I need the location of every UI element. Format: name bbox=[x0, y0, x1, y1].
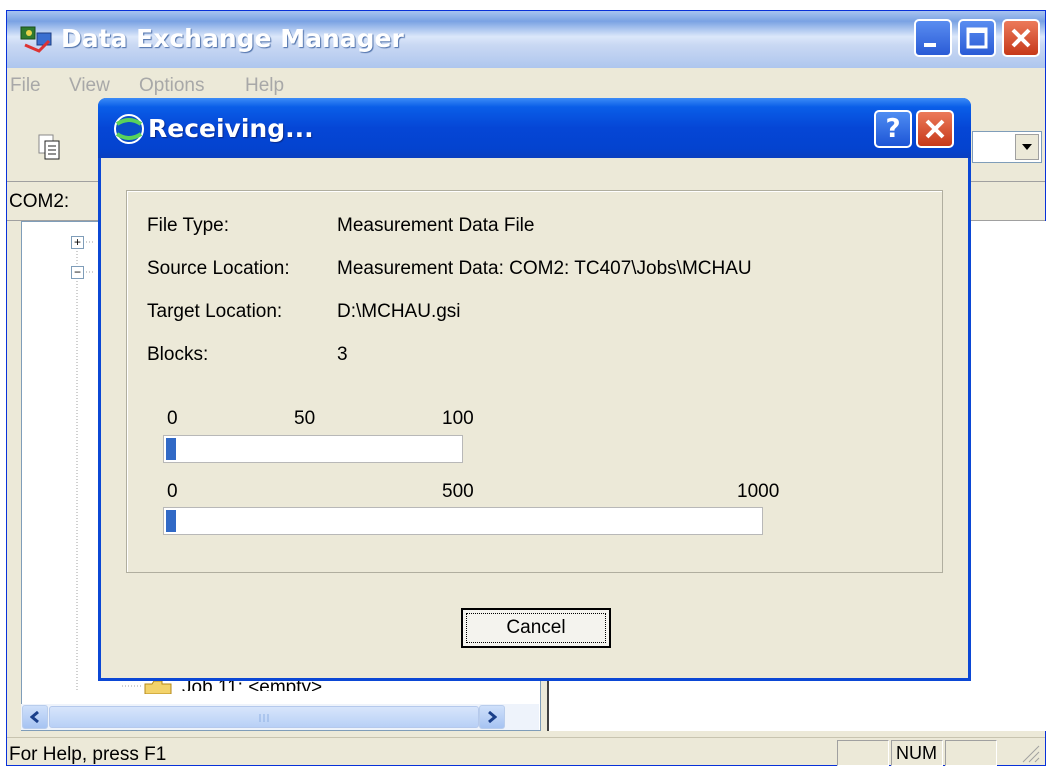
dialog-title-bar[interactable]: Receiving... ? bbox=[98, 98, 971, 158]
app-icon bbox=[20, 26, 52, 53]
transfer-details-group: File Type: Measurement Data File Source … bbox=[126, 190, 943, 573]
combo-dropdown-button[interactable] bbox=[1015, 134, 1039, 160]
menu-file[interactable]: File bbox=[10, 75, 41, 97]
menu-view[interactable]: View bbox=[69, 75, 110, 97]
dialog-title: Receiving... bbox=[148, 114, 314, 143]
scroll-right-button[interactable] bbox=[479, 705, 505, 729]
minimize-icon bbox=[924, 43, 936, 47]
progress-2-tick-mid: 500 bbox=[442, 481, 474, 502]
status-bar: For Help, press F1 NUM bbox=[7, 737, 1045, 767]
progress-bar-1-fill bbox=[166, 438, 176, 460]
status-num-indicator: NUM bbox=[891, 740, 943, 766]
target-location-label: Target Location: bbox=[147, 301, 283, 322]
file-type-label: File Type: bbox=[147, 215, 230, 236]
grip-icon bbox=[259, 714, 269, 722]
minimize-button[interactable] bbox=[914, 19, 952, 57]
copy-document-icon[interactable] bbox=[37, 133, 63, 163]
progress-1-tick-min: 0 bbox=[167, 408, 178, 429]
source-location-label: Source Location: bbox=[147, 258, 290, 279]
progress-1-tick-max: 100 bbox=[442, 408, 474, 429]
maximize-icon bbox=[966, 27, 988, 49]
receiving-dialog: Receiving... ? File Type: Measurement Da… bbox=[98, 98, 971, 681]
status-help-text: For Help, press F1 bbox=[9, 744, 167, 765]
close-icon bbox=[1011, 28, 1031, 48]
close-icon bbox=[925, 119, 945, 139]
status-panel-empty bbox=[837, 740, 889, 766]
dialog-close-button[interactable] bbox=[916, 110, 954, 148]
blocks-label: Blocks: bbox=[147, 344, 209, 365]
progress-1-tick-mid: 50 bbox=[294, 408, 316, 429]
chevron-left-icon bbox=[30, 711, 39, 723]
tree-expand-toggle[interactable]: + bbox=[71, 236, 84, 249]
menu-help[interactable]: Help bbox=[245, 75, 284, 97]
folder-icon bbox=[144, 680, 172, 694]
target-location-value: D:\MCHAU.gsi bbox=[337, 301, 461, 322]
progress-2-tick-max: 1000 bbox=[737, 481, 780, 502]
file-type-value: Measurement Data File bbox=[337, 215, 535, 236]
main-title-bar[interactable]: Data Exchange Manager bbox=[7, 11, 1045, 68]
progress-bar-1 bbox=[163, 435, 463, 463]
window-title: Data Exchange Manager bbox=[61, 24, 404, 53]
address-label: COM2: bbox=[9, 191, 70, 212]
close-button[interactable] bbox=[1002, 19, 1040, 57]
menu-options[interactable]: Options bbox=[139, 75, 204, 97]
globe-transfer-icon bbox=[114, 114, 144, 144]
scroll-thumb[interactable] bbox=[49, 706, 479, 728]
chevron-down-icon bbox=[1022, 144, 1032, 150]
chevron-right-icon bbox=[488, 711, 497, 723]
blocks-value: 3 bbox=[337, 344, 348, 365]
resize-grip-icon[interactable] bbox=[1019, 742, 1041, 764]
progress-bar-2-fill bbox=[166, 510, 176, 532]
status-panel-empty-2 bbox=[945, 740, 997, 766]
dialog-help-button[interactable]: ? bbox=[874, 110, 912, 148]
source-location-value: Measurement Data: COM2: TC407\Jobs\MCHAU bbox=[337, 258, 752, 279]
progress-bar-2 bbox=[163, 507, 763, 535]
toolbar-combo-box[interactable] bbox=[972, 131, 1042, 163]
progress-2-tick-min: 0 bbox=[167, 481, 178, 502]
maximize-button[interactable] bbox=[958, 19, 996, 57]
help-icon: ? bbox=[885, 114, 901, 144]
cancel-button[interactable]: Cancel bbox=[461, 608, 611, 648]
horizontal-scrollbar[interactable] bbox=[21, 704, 539, 730]
tree-collapse-toggle[interactable]: − bbox=[71, 266, 84, 279]
scroll-left-button[interactable] bbox=[22, 705, 48, 729]
